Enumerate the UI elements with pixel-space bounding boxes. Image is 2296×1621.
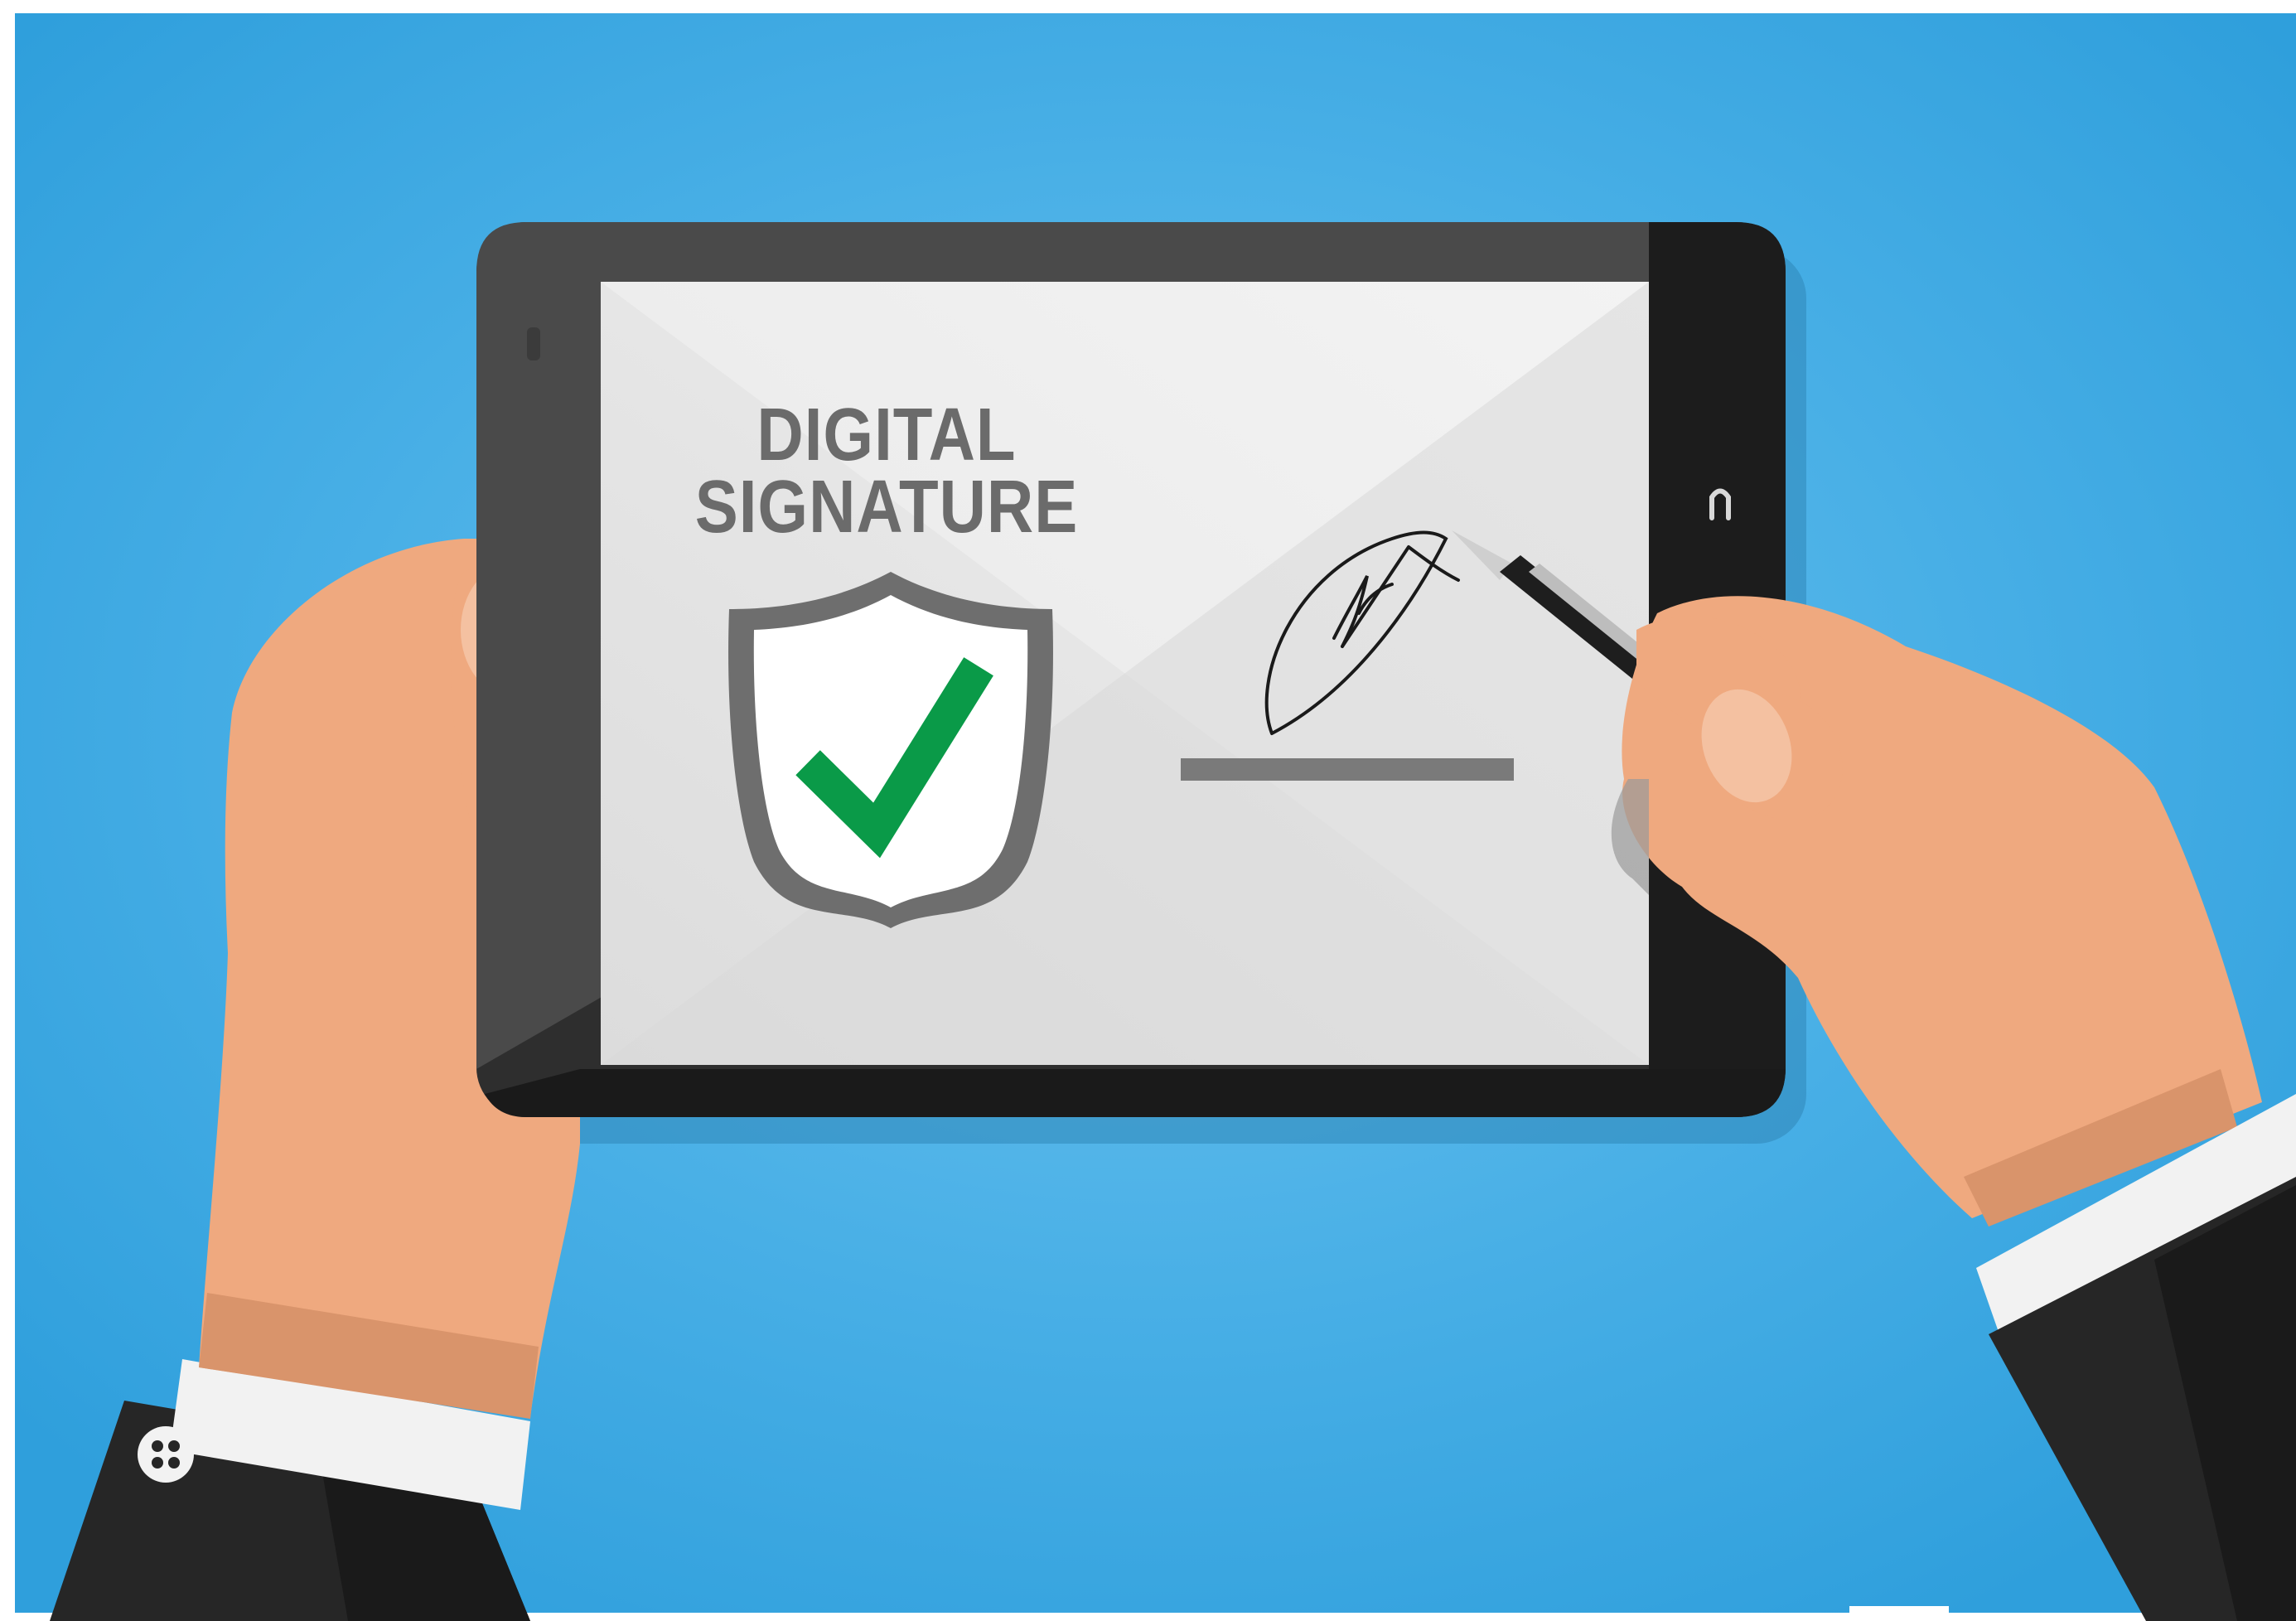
corner-mark bbox=[1849, 1606, 1949, 1613]
cufflink-icon bbox=[138, 1426, 194, 1483]
headline-line-1: DIGITAL bbox=[756, 392, 1017, 477]
signature-line bbox=[1181, 758, 1514, 781]
shield-inner bbox=[753, 595, 1028, 907]
headline-text: DIGITAL SIGNATURE bbox=[630, 392, 1143, 549]
frame-left bbox=[0, 0, 15, 1621]
shield-check-icon bbox=[728, 572, 1053, 928]
headline-line-2: SIGNATURE bbox=[694, 464, 1079, 549]
illustration-scene bbox=[0, 0, 2296, 1621]
tablet-bottom-dark bbox=[485, 1067, 1786, 1117]
frame-top bbox=[0, 0, 2296, 13]
digital-signature-illustration: DIGITAL SIGNATURE bbox=[0, 0, 2296, 1621]
camera-icon bbox=[527, 327, 540, 360]
